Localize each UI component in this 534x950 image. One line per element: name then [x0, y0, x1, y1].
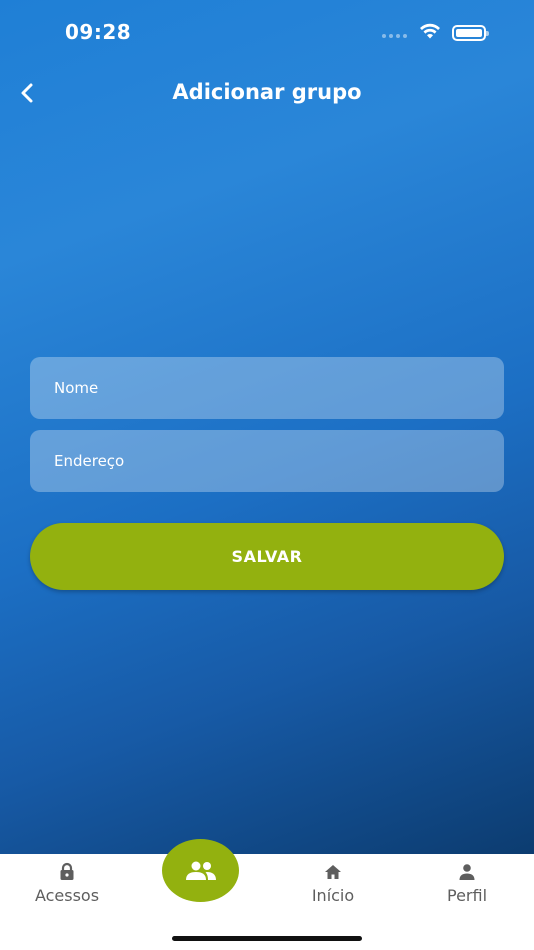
tab-acessos-label: Acessos	[34, 886, 100, 905]
save-button[interactable]: SALVAR	[30, 523, 504, 590]
home-indicator[interactable]	[172, 936, 362, 941]
tab-acessos[interactable]: Acessos	[12, 862, 122, 905]
page-title: Adicionar grupo	[172, 80, 362, 104]
tab-grupos[interactable]	[162, 839, 239, 902]
battery-icon	[452, 25, 489, 41]
cellular-signal-icon	[382, 34, 407, 38]
address-input[interactable]	[30, 430, 504, 492]
header: Adicionar grupo	[0, 70, 534, 116]
lock-icon	[60, 862, 74, 880]
tab-inicio[interactable]: Início	[278, 862, 388, 905]
person-icon	[459, 864, 475, 880]
status-bar: 09:28	[0, 0, 534, 60]
name-input[interactable]	[30, 357, 504, 419]
tab-perfil[interactable]: Perfil	[412, 862, 522, 905]
status-time: 09:28	[65, 20, 132, 44]
tab-inicio-label: Início	[311, 886, 355, 905]
group-icon	[185, 861, 216, 880]
home-icon	[325, 865, 341, 879]
app-screen: 09:28 Adicionar grupo SALVAR	[0, 0, 534, 854]
wifi-icon	[420, 23, 440, 39]
tab-perfil-label: Perfil	[446, 886, 488, 905]
